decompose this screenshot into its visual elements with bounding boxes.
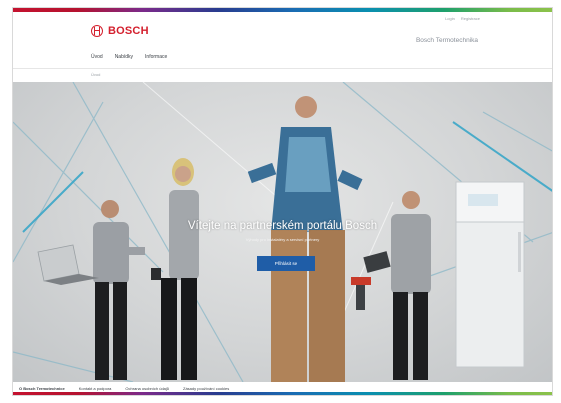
bosch-armature-icon <box>91 25 103 37</box>
login-link[interactable]: Login <box>445 16 455 21</box>
brand-name: BOSCH <box>108 25 149 37</box>
hero-banner: Vítejte na partnerském portálu Bosch Výh… <box>13 82 552 382</box>
nav-item-info[interactable]: Informace <box>145 54 167 60</box>
footer-link-contact[interactable]: Kontakt a podpora <box>79 386 112 391</box>
header-divider <box>13 68 552 69</box>
login-cta-button[interactable]: Přihlásit se <box>257 256 315 271</box>
nav-item-offers[interactable]: Nabídky <box>115 54 133 60</box>
person-woman <box>151 158 199 380</box>
brand-color-bar-bottom <box>13 392 552 395</box>
footer-link-privacy[interactable]: Ochrana osobních údajů <box>125 386 169 391</box>
hero-illustration <box>13 82 552 382</box>
main-navigation: Úvod Nabídky Informace <box>91 54 167 60</box>
browser-viewport: Login Registrace BOSCH Bosch Termotechni… <box>12 7 553 396</box>
site-tagline: Bosch Termotechnika <box>415 37 478 44</box>
hero-subline: Výhody pro instalatéry a servisní partne… <box>245 237 320 242</box>
utility-links: Login Registrace <box>445 16 480 21</box>
site-header: Login Registrace BOSCH Bosch Termotechni… <box>13 12 552 82</box>
hero-headline: Vítejte na partnerském portálu Bosch <box>187 220 378 232</box>
bosch-logo[interactable]: BOSCH <box>91 25 149 37</box>
register-link[interactable]: Registrace <box>461 16 480 21</box>
nav-item-home[interactable]: Úvod <box>91 54 103 60</box>
footer-link-cookies[interactable]: Zásady používání cookies <box>183 386 229 391</box>
heat-pump-unit <box>455 181 525 368</box>
footer-link-about[interactable]: O Bosch Termotechnice <box>19 386 65 391</box>
breadcrumb[interactable]: Úvod <box>91 72 100 77</box>
